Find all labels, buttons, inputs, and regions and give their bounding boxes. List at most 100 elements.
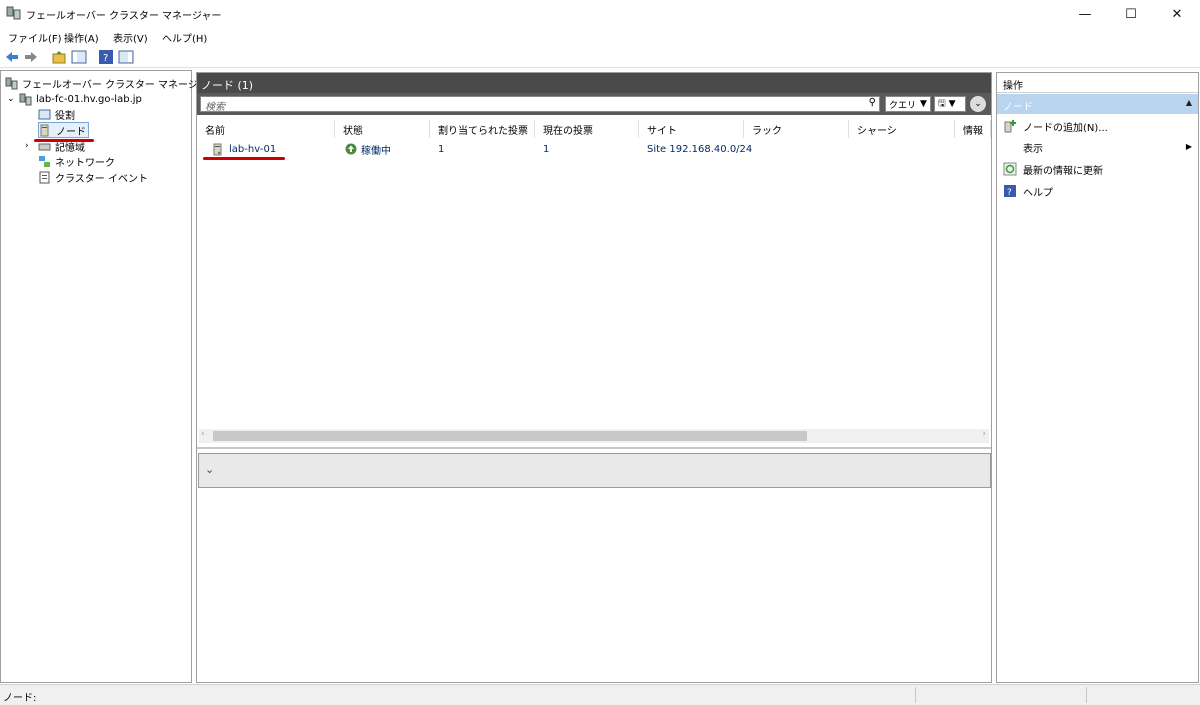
dropdown-arrow-icon: ▼ <box>948 99 956 109</box>
add-node-action[interactable]: ノードの追加(N)... <box>997 116 1198 136</box>
red-underline-annotation <box>203 157 285 160</box>
refresh-icon <box>1003 162 1017 176</box>
show-hide-tree-icon[interactable] <box>71 49 87 65</box>
expand-detail-chevron-icon[interactable]: ⌄ <box>205 463 214 476</box>
column-header-status[interactable]: 状態 <box>335 120 430 138</box>
detail-pane: ⌄ <box>198 453 991 488</box>
toolbar: ? <box>0 46 1200 68</box>
add-node-icon <box>1004 120 1016 133</box>
menu-help[interactable]: ヘルプ(H) <box>162 30 207 45</box>
cluster-manager-app-icon <box>6 6 21 20</box>
splitter[interactable] <box>197 447 991 449</box>
tree-item-nodes[interactable]: ノード <box>38 122 89 138</box>
column-header-rack[interactable]: ラック <box>744 120 849 138</box>
minimize-button[interactable]: — <box>1062 0 1108 28</box>
navigation-tree: フェールオーバー クラスター マネージャー ⌄ lab-fc-01.hv.go-… <box>0 70 217 683</box>
column-header-current-votes[interactable]: 現在の投票 <box>535 120 639 138</box>
event-log-icon <box>39 171 50 183</box>
column-header-info[interactable]: 情報 <box>955 120 991 138</box>
roles-icon <box>38 109 51 119</box>
tree-cluster[interactable]: ⌄ lab-fc-01.hv.go-lab.jp <box>7 91 142 107</box>
column-header-chassis[interactable]: シャーシ <box>849 120 955 138</box>
back-arrow-icon[interactable] <box>4 49 20 65</box>
tree-item-label: 役割 <box>55 110 75 122</box>
pane-title: ノード (1) <box>201 79 254 92</box>
query-dropdown[interactable]: クエリ ▼ <box>885 96 931 112</box>
storage-icon <box>38 143 51 150</box>
maximize-button[interactable]: ☐ <box>1108 0 1154 28</box>
action-label: 表示 <box>1023 143 1043 155</box>
tree-item-label: クラスター イベント <box>55 173 148 185</box>
node-status-cell: 稼働中 <box>337 140 391 158</box>
submenu-arrow-icon: ▶ <box>1185 142 1192 151</box>
tree-root[interactable]: フェールオーバー クラスター マネージャー <box>5 75 217 91</box>
actions-section-nodes[interactable]: ノード ▲ <box>997 94 1198 114</box>
menu-file[interactable]: ファイル(F) <box>8 30 62 45</box>
current-votes-cell: 1 <box>543 143 550 155</box>
scroll-right-icon[interactable]: › <box>982 429 986 439</box>
dropdown-arrow-icon: ▼ <box>920 99 927 109</box>
status-divider <box>1086 687 1087 703</box>
search-input[interactable]: 検索 ⚲ <box>200 96 880 113</box>
node-server-icon <box>213 143 222 155</box>
tree-item-cluster-events[interactable]: クラスター イベント <box>38 169 148 185</box>
chevron-right-icon[interactable]: › <box>25 141 38 151</box>
node-name-cell[interactable]: lab-hv-01 <box>205 140 276 158</box>
scroll-left-icon[interactable]: ‹ <box>201 429 205 439</box>
collapse-arrow-icon[interactable]: ▲ <box>1186 98 1192 107</box>
network-icon <box>39 155 50 167</box>
title-bar: フェールオーバー クラスター マネージャー — ☐ ✕ <box>0 0 1200 28</box>
action-label: ヘルプ <box>1023 187 1053 199</box>
view-action[interactable]: 表示 ▶ <box>997 137 1198 157</box>
close-button[interactable]: ✕ <box>1154 0 1200 28</box>
cluster-icon <box>19 93 32 105</box>
table-row[interactable] <box>199 139 989 159</box>
node-name: lab-hv-01 <box>229 143 277 155</box>
help-icon[interactable]: ? <box>98 49 114 65</box>
status-divider <box>915 687 916 703</box>
svg-text:?: ? <box>1007 188 1012 198</box>
menu-action[interactable]: 操作(A) <box>64 30 99 45</box>
scrollbar-thumb[interactable] <box>213 431 807 441</box>
save-query-dropdown[interactable]: 🖫 ▼ <box>934 96 966 112</box>
horizontal-scrollbar[interactable]: ‹ › <box>199 429 989 443</box>
chevron-down-icon[interactable]: ⌄ <box>7 94 19 104</box>
column-header-site[interactable]: サイト <box>639 120 744 138</box>
node-status: 稼働中 <box>361 145 391 157</box>
expand-circle-icon[interactable]: ⌄ <box>970 96 986 112</box>
tree-item-storage[interactable]: › 記憶域 <box>25 138 85 154</box>
actions-pane: 操作 ノード ▲ ノードの追加(N)... 表示 ▶ 最新の情報に更新 ? ヘル… <box>996 72 1199 683</box>
refresh-action[interactable]: 最新の情報に更新 <box>997 159 1198 179</box>
save-icon: 🖫 <box>938 99 946 109</box>
tree-root-label: フェールオーバー クラスター マネージャー <box>22 79 218 91</box>
up-arrow-status-icon <box>345 143 357 155</box>
query-label: クエリ <box>889 100 917 111</box>
action-label: ノードの追加(N)... <box>1023 122 1108 134</box>
help-icon: ? <box>1004 185 1016 198</box>
menu-view[interactable]: 表示(V) <box>113 30 148 45</box>
column-header-assigned-votes[interactable]: 割り当てられた投票 <box>430 120 535 138</box>
search-bar: 検索 ⚲ クエリ ▼ 🖫 ▼ ⌄ <box>197 93 991 115</box>
tree-item-roles[interactable]: 役割 <box>38 106 75 122</box>
status-bar: ノード: <box>0 684 1200 705</box>
show-hide-action-pane-icon[interactable] <box>118 49 134 65</box>
tree-item-label: ネットワーク <box>55 157 115 169</box>
svg-text:?: ? <box>103 53 108 64</box>
site-cell: Site 192.168.40.0/24 <box>647 143 753 155</box>
forward-arrow-icon[interactable] <box>23 49 39 65</box>
tree-item-networks[interactable]: ネットワーク <box>38 153 115 169</box>
window-title: フェールオーバー クラスター マネージャー <box>26 11 222 22</box>
up-folder-icon[interactable] <box>51 49 67 65</box>
search-placeholder: 検索 <box>205 102 225 113</box>
tree-cluster-label: lab-fc-01.hv.go-lab.jp <box>36 93 142 105</box>
pane-header: ノード (1) <box>197 73 991 93</box>
tree-item-label: ノード <box>56 126 86 138</box>
help-action[interactable]: ? ヘルプ <box>997 181 1198 201</box>
assigned-votes-cell: 1 <box>438 143 445 155</box>
cluster-manager-icon <box>5 77 18 89</box>
column-header-name[interactable]: 名前 <box>197 120 335 138</box>
tree-item-label: 記憶域 <box>55 142 85 154</box>
menu-bar: ファイル(F) 操作(A) 表示(V) ヘルプ(H) <box>0 28 1200 46</box>
actions-header: 操作 <box>997 73 1198 93</box>
search-icon[interactable]: ⚲ <box>869 97 876 108</box>
